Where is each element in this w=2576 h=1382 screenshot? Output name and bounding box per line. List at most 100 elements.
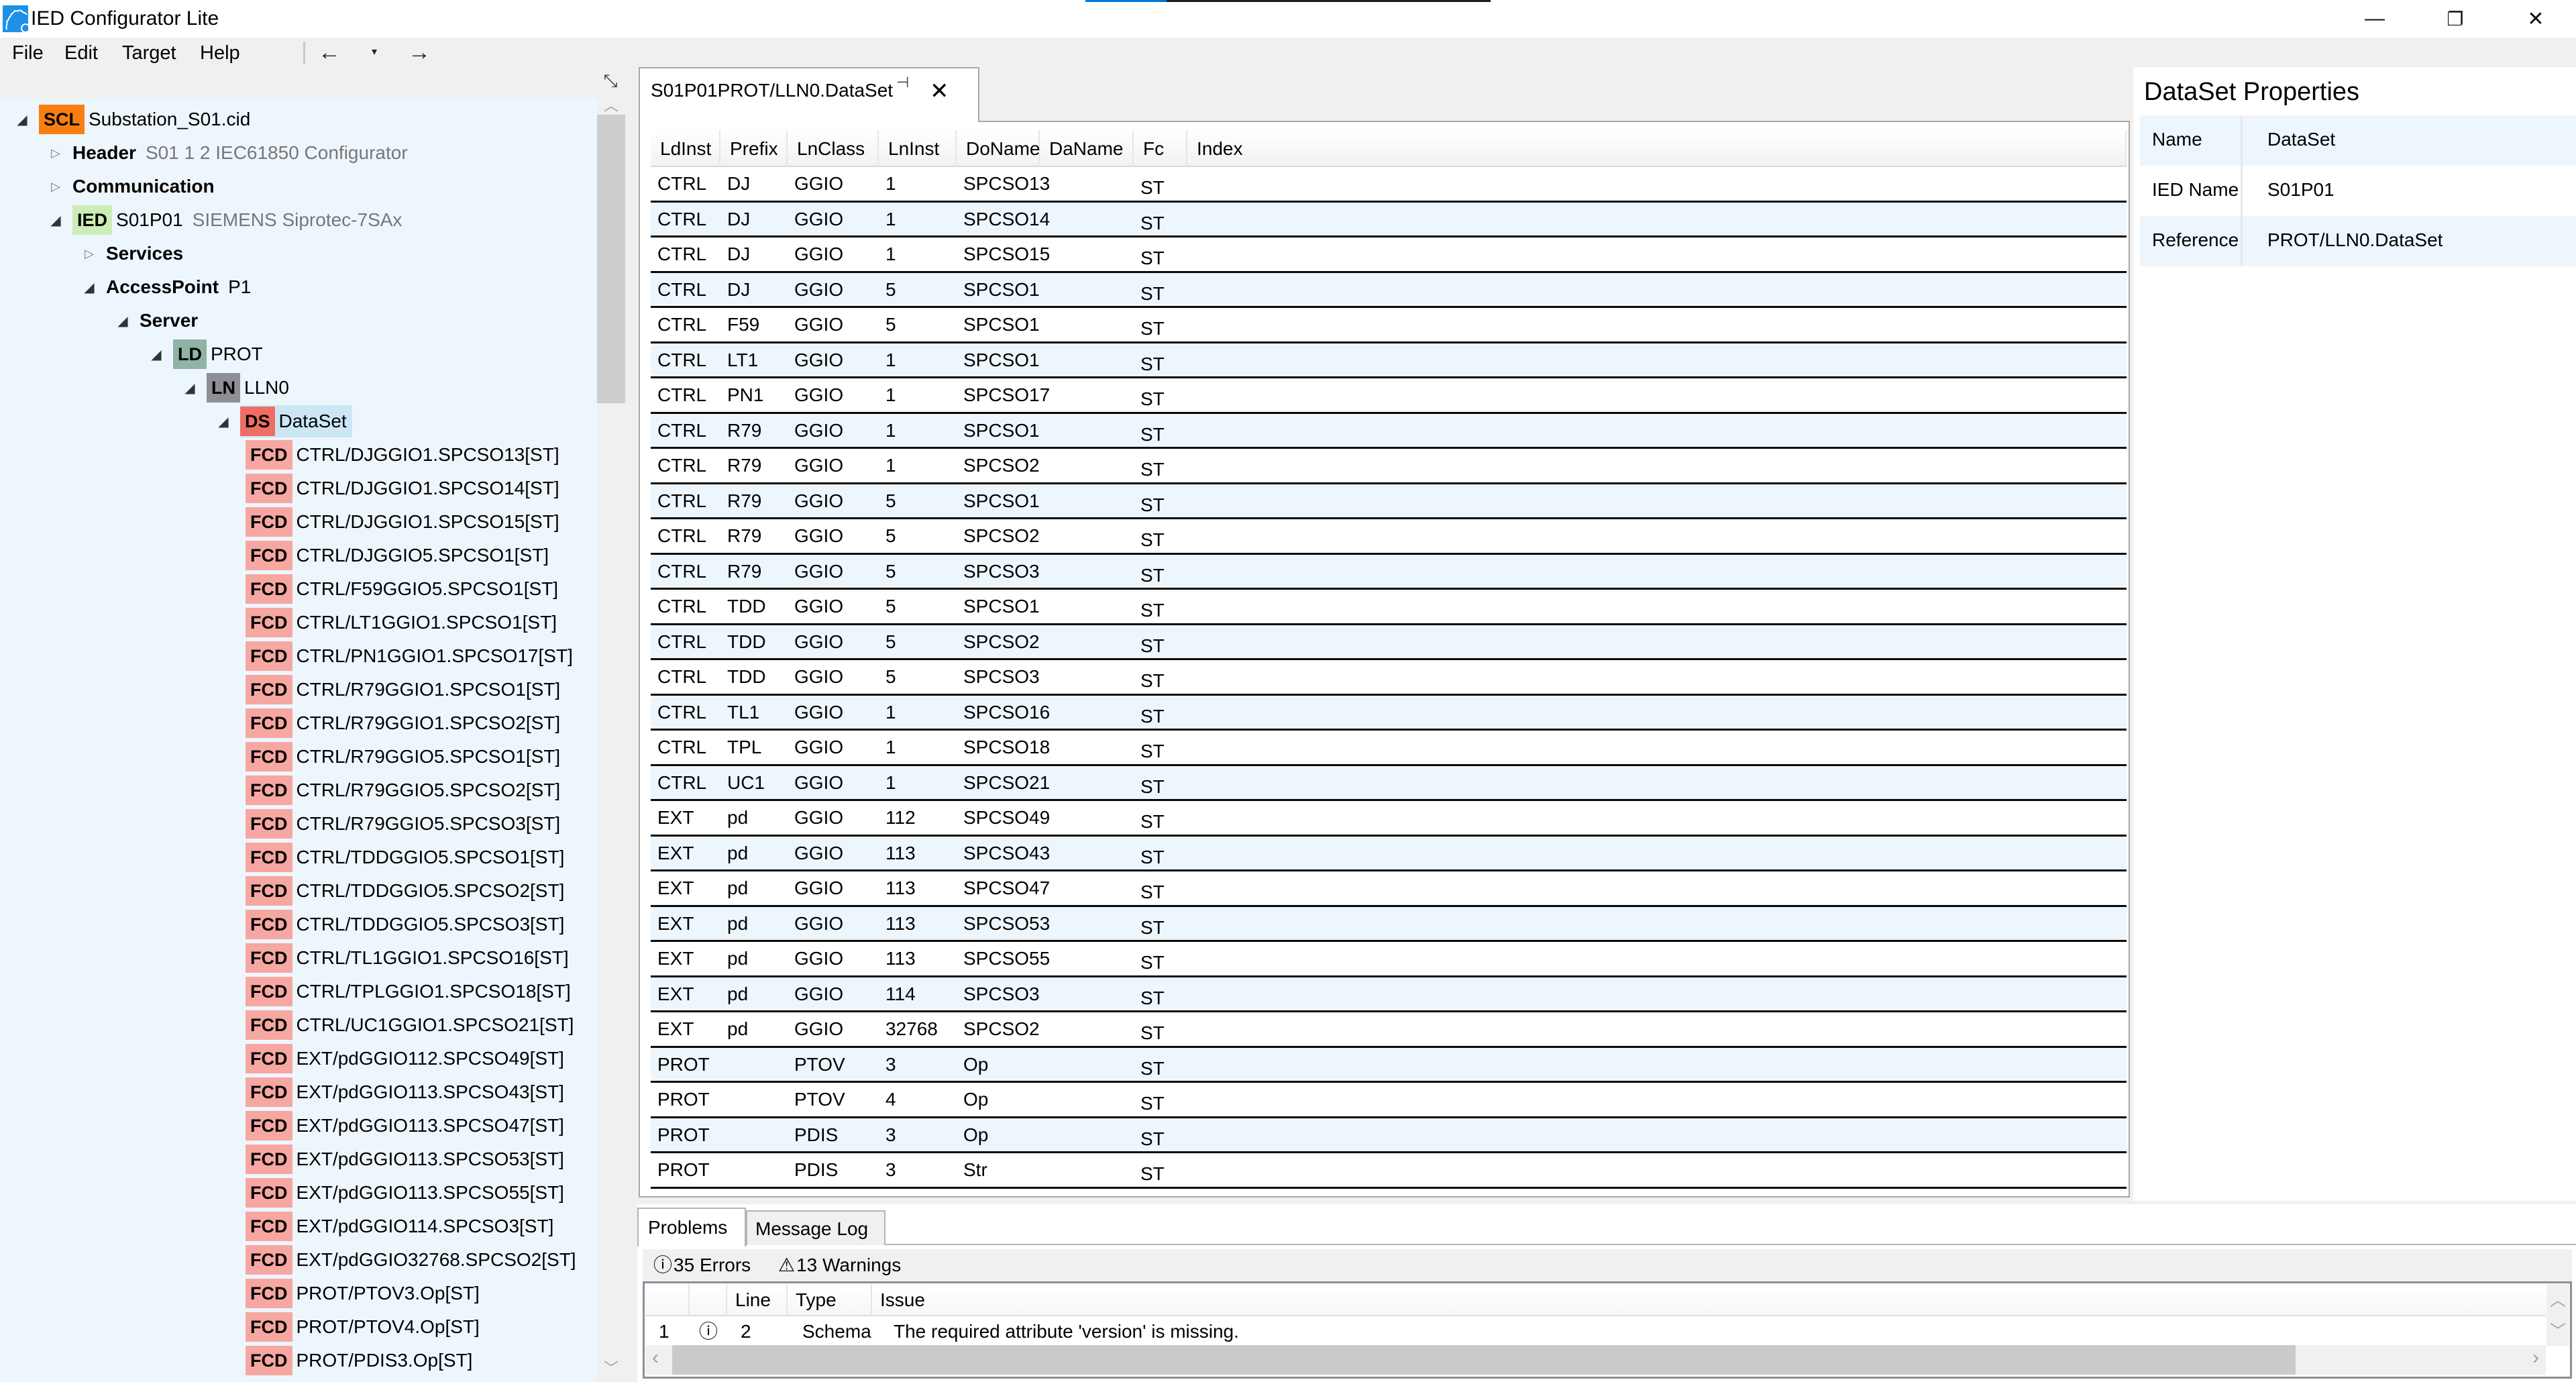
tree-fcd-item[interactable]: FCD CTRL/R79GGIO5.SPCSO1[ST] xyxy=(246,741,560,772)
column-header-prefix[interactable]: Prefix xyxy=(720,130,788,167)
table-row[interactable]: CTRL R79 GGIO 1 SPCSO2 ST xyxy=(651,449,2127,484)
errors-filter[interactable]: ⓘ 35 Errors xyxy=(653,1252,751,1279)
tree-node[interactable]: ◢ IED S01P01 SIEMENS Siprotec-7SAx xyxy=(46,205,402,235)
problems-col-icon[interactable] xyxy=(688,1284,726,1316)
tree-fcd-item[interactable]: FCD PROT/PTOV3.Op[ST] xyxy=(246,1278,480,1309)
tree-node[interactable]: ◢ LD PROT xyxy=(146,339,263,370)
property-value[interactable]: PROT/LLN0.DataSet xyxy=(2267,229,2443,251)
problems-col-line[interactable]: Line xyxy=(726,1284,786,1316)
menu-edit[interactable]: Edit xyxy=(64,42,98,64)
tree-node[interactable]: ◢ AccessPoint P1 xyxy=(79,272,251,303)
table-row[interactable]: CTRL TDD GGIO 5 SPCSO3 ST xyxy=(651,660,2127,696)
table-row[interactable]: CTRL R79 GGIO 5 SPCSO2 ST xyxy=(651,519,2127,555)
tree-node[interactable]: ◢ SCL Substation_S01.cid xyxy=(12,104,250,135)
close-tab-icon[interactable]: ✕ xyxy=(930,79,949,103)
table-row[interactable]: CTRL R79 GGIO 1 SPCSO1 ST xyxy=(651,413,2127,449)
pin-icon[interactable]: ⊣ xyxy=(896,74,909,91)
problem-line[interactable]: 2 xyxy=(741,1320,751,1343)
problem-index[interactable]: 1 xyxy=(659,1320,669,1343)
tree-fcd-item[interactable]: FCD CTRL/LT1GGIO1.SPCSO1[ST] xyxy=(246,607,557,638)
property-value[interactable]: S01P01 xyxy=(2267,179,2334,201)
problems-vertical-scrollbar[interactable]: ︿ ﹀ xyxy=(2546,1284,2569,1346)
table-row[interactable]: EXT pd GGIO 112 SPCSO49 ST xyxy=(651,801,2127,837)
table-row[interactable]: CTRL DJ GGIO 1 SPCSO13 ST xyxy=(651,167,2127,203)
forward-arrow-icon[interactable]: → xyxy=(408,38,431,67)
problems-col-issue[interactable]: Issue xyxy=(871,1284,2546,1316)
tree-fcd-item[interactable]: FCD EXT/pdGGIO113.SPCSO47[ST] xyxy=(246,1110,564,1141)
tree-fcd-item[interactable]: FCD EXT/pdGGIO112.SPCSO49[ST] xyxy=(246,1043,564,1074)
property-row[interactable]: IED Name S01P01 xyxy=(2140,166,2576,216)
collapsed-arrow-icon[interactable]: ▷ xyxy=(46,146,66,160)
table-row[interactable]: EXT pd GGIO 113 SPCSO53 ST xyxy=(651,906,2127,942)
expanded-arrow-icon[interactable]: ◢ xyxy=(79,279,99,296)
column-header-lnclass[interactable]: LnClass xyxy=(788,130,879,167)
table-row[interactable]: CTRL F59 GGIO 5 SPCSO1 ST xyxy=(651,308,2127,343)
tree-fcd-item[interactable]: FCD CTRL/DJGGIO1.SPCSO13[ST] xyxy=(246,439,559,470)
tree-fcd-item[interactable]: FCD CTRL/PN1GGIO1.SPCSO17[ST] xyxy=(246,641,573,672)
tree-node[interactable]: ◢ LN LLN0 xyxy=(180,372,289,403)
property-row[interactable]: Name DataSet xyxy=(2140,115,2576,166)
tab-message-log-label[interactable]: Message Log xyxy=(755,1218,868,1240)
scroll-down-icon[interactable]: ﹀ xyxy=(597,1355,625,1382)
problems-horizontal-scrollbar[interactable]: ‹ › xyxy=(645,1345,2546,1375)
collapsed-arrow-icon[interactable]: ▷ xyxy=(79,247,99,261)
expanded-arrow-icon[interactable]: ◢ xyxy=(46,212,66,229)
warnings-filter[interactable]: ⚠ 13 Warnings xyxy=(778,1252,901,1279)
tab-label[interactable]: S01P01PROT/LLN0.DataSet xyxy=(651,78,893,103)
tree-fcd-item[interactable]: FCD CTRL/TDDGGIO5.SPCSO1[ST] xyxy=(246,842,564,873)
table-row[interactable]: PROT PDIS 3 Str ST xyxy=(651,1153,2127,1189)
table-row[interactable]: EXT pd GGIO 32768 SPCSO2 ST xyxy=(651,1012,2127,1048)
expanded-arrow-icon[interactable]: ◢ xyxy=(146,346,166,363)
collapse-pane-icon[interactable]: ⤡ xyxy=(597,67,624,94)
column-header-fc[interactable]: Fc xyxy=(1134,130,1187,167)
scroll-down-icon[interactable]: ﹀ xyxy=(2546,1318,2569,1341)
column-header-lninst[interactable]: LnInst xyxy=(879,130,957,167)
tree-fcd-item[interactable]: FCD CTRL/TPLGGIO1.SPCSO18[ST] xyxy=(246,976,571,1007)
table-row[interactable]: CTRL TL1 GGIO 1 SPCSO16 ST xyxy=(651,695,2127,731)
menu-file[interactable]: File xyxy=(12,42,44,64)
scroll-left-icon[interactable]: ‹ xyxy=(652,1346,659,1369)
tree-fcd-item[interactable]: FCD PROT/PTOV4.Op[ST] xyxy=(246,1312,480,1342)
tree-fcd-item[interactable]: FCD CTRL/R79GGIO5.SPCSO3[ST] xyxy=(246,808,560,839)
expanded-arrow-icon[interactable]: ◢ xyxy=(12,111,32,128)
tree-node[interactable]: ▷ Header S01 1 2 IEC61850 Configurator xyxy=(46,138,408,168)
tree-fcd-item[interactable]: FCD CTRL/F59GGIO5.SPCSO1[ST] xyxy=(246,574,558,604)
tree-fcd-item[interactable]: FCD EXT/pdGGIO114.SPCSO3[ST] xyxy=(246,1211,553,1242)
expanded-arrow-icon[interactable]: ◢ xyxy=(113,313,133,329)
tab-problems-label[interactable]: Problems xyxy=(648,1216,727,1239)
problems-col-type[interactable]: Type xyxy=(786,1284,871,1316)
expanded-arrow-icon[interactable]: ◢ xyxy=(180,380,200,396)
minimize-button[interactable]: — xyxy=(2334,0,2415,38)
tree-fcd-item[interactable]: FCD CTRL/TDDGGIO5.SPCSO2[ST] xyxy=(246,875,564,906)
tree-scrollbar[interactable]: ︿ ﹀ xyxy=(597,96,625,1382)
tree-fcd-item[interactable]: FCD EXT/pdGGIO113.SPCSO53[ST] xyxy=(246,1144,564,1175)
table-row[interactable]: EXT pd GGIO 113 SPCSO43 ST xyxy=(651,836,2127,871)
back-arrow-icon[interactable]: ← xyxy=(318,38,341,67)
column-header-index[interactable]: Index xyxy=(1187,130,2127,167)
tree-fcd-item[interactable]: FCD PROT/PDIS3.Op[ST] xyxy=(246,1345,472,1376)
table-row[interactable]: EXT pd GGIO 114 SPCSO3 ST xyxy=(651,977,2127,1012)
close-window-button[interactable]: ✕ xyxy=(2496,0,2576,38)
tree-fcd-item[interactable]: FCD CTRL/TDDGGIO5.SPCSO3[ST] xyxy=(246,909,564,940)
history-dropdown-icon[interactable]: ▾ xyxy=(372,38,377,67)
scrollbar-thumb[interactable] xyxy=(672,1345,2296,1375)
tree-fcd-item[interactable]: FCD CTRL/DJGGIO1.SPCSO15[ST] xyxy=(246,507,559,537)
tree-fcd-item[interactable]: FCD CTRL/TL1GGIO1.SPCSO16[ST] xyxy=(246,943,569,973)
restore-button[interactable]: ❐ xyxy=(2415,0,2496,38)
tree-fcd-item[interactable]: FCD CTRL/R79GGIO1.SPCSO1[ST] xyxy=(246,674,560,705)
scroll-up-icon[interactable]: ︿ xyxy=(2546,1287,2569,1310)
table-row[interactable]: CTRL TDD GGIO 5 SPCSO2 ST xyxy=(651,625,2127,660)
tree-node[interactable]: ◢ Server xyxy=(113,305,198,336)
tree-node[interactable]: ▷ Services xyxy=(79,238,183,269)
tree-node[interactable]: ◢ DS DataSet xyxy=(213,405,352,437)
table-row[interactable]: CTRL PN1 GGIO 1 SPCSO17 ST xyxy=(651,378,2127,414)
table-row[interactable]: EXT pd GGIO 113 SPCSO47 ST xyxy=(651,871,2127,907)
table-row[interactable]: PROT PDIS 3 Op ST xyxy=(651,1118,2127,1153)
tree-fcd-item[interactable]: FCD CTRL/R79GGIO1.SPCSO2[ST] xyxy=(246,708,560,739)
table-row[interactable]: CTRL UC1 GGIO 1 SPCSO21 ST xyxy=(651,765,2127,801)
column-header-doname[interactable]: DoName xyxy=(957,130,1040,167)
table-row[interactable]: CTRL R79 GGIO 5 SPCSO1 ST xyxy=(651,484,2127,519)
tree-fcd-item[interactable]: FCD EXT/pdGGIO113.SPCSO43[ST] xyxy=(246,1077,564,1108)
table-row[interactable]: PROT PTOV 3 Op ST xyxy=(651,1047,2127,1083)
property-value[interactable]: DataSet xyxy=(2267,129,2335,150)
